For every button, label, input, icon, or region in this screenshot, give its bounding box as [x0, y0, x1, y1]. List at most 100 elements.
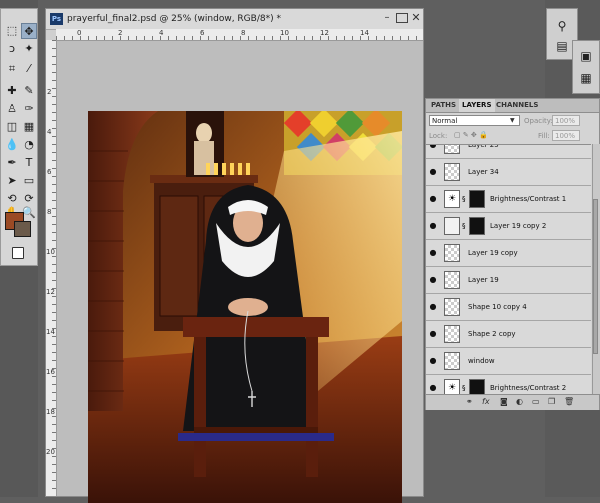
eye-icon[interactable]: ●: [428, 194, 438, 204]
layer-name: Layer 25: [468, 144, 499, 149]
layer-row[interactable]: ● ☀ § Brightness/Contrast 1: [426, 186, 591, 213]
layers-panel: PATHS LAYERS CHANNELS Normal ▼ Opacity: …: [425, 98, 600, 410]
delete-layer-icon[interactable]: 🗑: [564, 397, 574, 407]
layer-row[interactable]: ● Layer 34: [426, 159, 591, 186]
maximize-button[interactable]: [396, 13, 408, 23]
magic-wand-tool-icon[interactable]: ✦: [21, 41, 37, 57]
layer-name: Shape 2 copy: [468, 330, 516, 338]
layer-thumbnail: [444, 298, 460, 316]
new-group-icon[interactable]: ▭: [532, 397, 540, 407]
history-icon[interactable]: ⚲: [554, 19, 570, 33]
layer-name: Layer 19 copy: [468, 249, 518, 257]
marquee-tool-icon[interactable]: ⬚: [4, 23, 20, 39]
ruler-number: 20: [46, 448, 55, 456]
tab-layers[interactable]: LAYERS: [459, 99, 495, 112]
swatches-icon[interactable]: ▦: [578, 71, 594, 85]
shape-tool-icon[interactable]: ▭: [21, 173, 37, 189]
color-icon[interactable]: ▣: [578, 49, 594, 63]
new-layer-icon[interactable]: ❐: [548, 397, 555, 407]
artwork-canvas[interactable]: [88, 111, 402, 503]
canvas-area[interactable]: [57, 41, 423, 503]
fill-field[interactable]: 100%: [552, 130, 580, 141]
ruler-number: 10: [280, 29, 289, 37]
chain-link-icon[interactable]: §: [462, 222, 466, 230]
layer-style-icon[interactable]: fx: [482, 397, 490, 407]
gradient-tool-icon[interactable]: ▦: [21, 119, 37, 135]
adjustment-layer-button-icon[interactable]: ◐: [516, 397, 523, 407]
eye-icon[interactable]: ●: [428, 145, 438, 150]
ruler-number: 12: [320, 29, 329, 37]
layer-name: Shape 10 copy 4: [468, 303, 527, 311]
ruler-number: 12: [46, 288, 55, 296]
chain-link-icon[interactable]: §: [462, 195, 466, 203]
eye-icon[interactable]: ●: [428, 248, 438, 258]
blur-tool-icon[interactable]: 💧: [4, 137, 20, 153]
ruler-number: 6: [47, 168, 52, 176]
path-selection-tool-icon[interactable]: ➤: [4, 173, 20, 189]
minimize-button[interactable]: –: [380, 13, 394, 25]
pen-tool-icon[interactable]: ✒: [4, 155, 20, 171]
eye-icon[interactable]: ●: [428, 167, 438, 177]
layer-row[interactable]: ● § Layer 19 copy 2: [426, 213, 591, 240]
ruler-number: 6: [200, 29, 205, 37]
lasso-tool-icon[interactable]: ↄ: [4, 41, 20, 57]
eye-icon[interactable]: ●: [428, 302, 438, 312]
crop-tool-icon[interactable]: ⌗: [4, 61, 20, 77]
layer-row[interactable]: ● Layer 25: [426, 144, 591, 159]
quick-mask-icon[interactable]: [12, 247, 24, 259]
eraser-tool-icon[interactable]: ◫: [4, 119, 20, 135]
eye-icon[interactable]: ●: [428, 221, 438, 231]
healing-brush-tool-icon[interactable]: ✚: [4, 83, 20, 99]
document-title-bar[interactable]: Ps prayerful_final2.psd @ 25% (window, R…: [46, 9, 423, 30]
eye-icon[interactable]: ●: [428, 329, 438, 339]
lock-icons[interactable]: ▢ ✎ ✥ 🔒: [454, 131, 488, 139]
type-tool-icon[interactable]: T: [21, 155, 37, 171]
document-window: Ps prayerful_final2.psd @ 25% (window, R…: [45, 8, 424, 503]
link-layers-icon[interactable]: ⚭: [466, 397, 473, 407]
layer-row[interactable]: ● Layer 19 copy: [426, 240, 591, 267]
layer-thumbnail: [444, 145, 460, 154]
eye-icon[interactable]: ●: [428, 356, 438, 366]
layer-row[interactable]: ● Shape 10 copy 4: [426, 294, 591, 321]
horizontal-ruler[interactable]: 0 2 4 6 8 10 12 14: [56, 29, 423, 41]
brush-tool-icon[interactable]: ✎: [21, 83, 37, 99]
layer-row[interactable]: ● window: [426, 348, 591, 375]
layer-thumbnail: [444, 217, 460, 235]
ruler-number: 0: [77, 29, 82, 37]
layer-mask-thumbnail: [469, 217, 485, 235]
layer-row[interactable]: ● Layer 19: [426, 267, 591, 294]
layer-thumbnail: [444, 352, 460, 370]
ruler-number: 8: [47, 208, 52, 216]
ruler-number: 2: [47, 88, 52, 96]
background-color-swatch[interactable]: [14, 221, 31, 237]
eye-icon[interactable]: ●: [428, 275, 438, 285]
blend-mode-select[interactable]: Normal: [429, 115, 520, 126]
fill-label: Fill:: [538, 132, 550, 140]
tab-channels[interactable]: CHANNELS: [493, 99, 541, 112]
eye-icon[interactable]: ●: [428, 383, 438, 393]
chain-link-icon[interactable]: §: [462, 384, 466, 392]
clone-stamp-tool-icon[interactable]: ♙: [4, 101, 20, 117]
layer-name: Layer 19: [468, 276, 499, 284]
actions-icon[interactable]: ▤: [554, 39, 570, 53]
dodge-tool-icon[interactable]: ◔: [21, 137, 37, 153]
ruler-number: 14: [360, 29, 369, 37]
chevron-down-icon[interactable]: ▼: [510, 115, 515, 126]
add-mask-icon[interactable]: ◙: [500, 397, 508, 407]
eyedropper-tool-icon[interactable]: ⁄: [21, 61, 37, 77]
tab-paths[interactable]: PATHS: [428, 99, 459, 112]
move-tool-icon[interactable]: ✥: [21, 23, 37, 39]
layer-row[interactable]: ● ☀ § Brightness/Contrast 2: [426, 375, 591, 395]
collapsed-panel-icons-2: ▣ ▦: [572, 40, 600, 94]
layer-row[interactable]: ● Shape 2 copy: [426, 321, 591, 348]
history-brush-tool-icon[interactable]: ✑: [21, 101, 37, 117]
close-button[interactable]: ✕: [410, 12, 422, 24]
ruler-number: 16: [46, 368, 55, 376]
layer-thumbnail: [444, 244, 460, 262]
ruler-number: 4: [47, 128, 52, 136]
vertical-ruler[interactable]: 2 4 6 8 10 12 14 16 18 20: [46, 40, 57, 496]
opacity-field[interactable]: 100%: [552, 115, 580, 126]
layers-scrollbar-thumb[interactable]: [593, 199, 598, 354]
layer-list: ● Layer 25 ● Layer 34 ● ☀ § Brightness/C…: [426, 144, 591, 395]
ruler-number: 8: [241, 29, 246, 37]
